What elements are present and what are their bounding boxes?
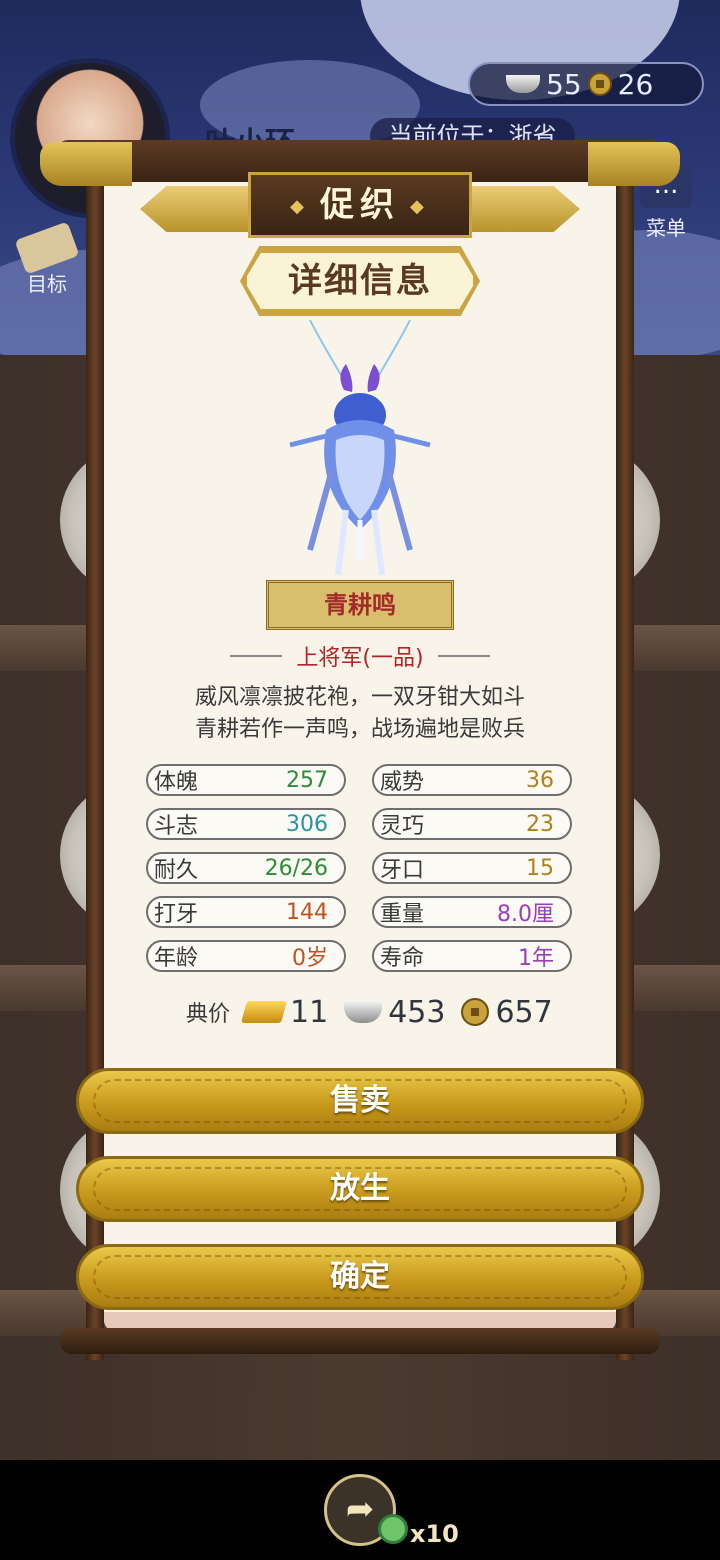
poem-line: 威风凛凛披花袍，一双牙钳大如斗	[194, 685, 525, 710]
panel-title-text: 促织	[320, 185, 400, 225]
stat-label: 打牙	[154, 902, 199, 927]
stat-item: 威势 36	[372, 764, 572, 796]
stat-label: 耐久	[154, 858, 199, 883]
stat-value: 8.0厘	[497, 902, 554, 927]
stat-value: 0岁	[292, 946, 328, 971]
share-icon: ➦	[345, 1489, 375, 1529]
poem-line: 青耕若作一声鸣，战场遍地是败兵	[194, 717, 525, 742]
stat-item: 灵巧 23	[372, 808, 572, 840]
price-silver: 453	[388, 994, 446, 1030]
stat-item: 耐久 26/26	[146, 852, 346, 884]
rank-row: 上将军(一品)	[196, 640, 524, 672]
stat-value: 15	[526, 855, 554, 881]
jade-coin-icon	[378, 1514, 408, 1544]
price-gold: 11	[290, 994, 329, 1030]
scroll-rod-bottom	[60, 1328, 660, 1354]
stat-value: 26/26	[264, 855, 328, 881]
copper-count: 26	[617, 67, 654, 101]
cricket-description: 威风凛凛披花袍，一双牙钳大如斗 青耕若作一声鸣，战场遍地是败兵	[120, 682, 600, 746]
stat-label: 牙口	[380, 858, 425, 883]
stat-value: 257	[286, 767, 328, 793]
scroll-cap	[588, 142, 680, 186]
panel-title: ◆ 促织 ◆	[248, 172, 472, 238]
diamond-icon: ◆	[410, 195, 430, 217]
release-button[interactable]: 放生	[76, 1156, 644, 1222]
stat-value: 36	[526, 767, 554, 793]
stat-label: 年龄	[154, 946, 199, 971]
stat-value: 1年	[518, 946, 554, 971]
stat-item: 打牙 144	[146, 896, 346, 928]
copper-coin-icon	[461, 998, 490, 1026]
price-copper: 657	[495, 994, 553, 1030]
cricket-image	[289, 320, 431, 576]
stat-label: 灵巧	[380, 814, 425, 839]
stat-item: 牙口 15	[372, 852, 572, 884]
stat-value: 23	[526, 811, 554, 837]
stats-grid: 体魄 257 威势 36 斗志 306 灵巧 23 耐久 26/26 牙口 15 打牙 144 重量 8.0厘…	[146, 764, 574, 972]
stat-label: 体魄	[154, 770, 199, 795]
currency-bar[interactable]: 55 26	[468, 62, 704, 106]
stat-item: 重量 8.0厘	[372, 896, 572, 928]
divider-line	[437, 655, 490, 657]
confirm-button[interactable]: 确定	[76, 1244, 644, 1310]
stat-label: 寿命	[380, 946, 425, 971]
divider-line	[230, 655, 283, 657]
copper-coin-icon	[587, 72, 612, 96]
stat-value: 144	[286, 899, 328, 925]
silver-ingot-icon	[344, 1001, 383, 1023]
cricket-name: 青耕鸣	[266, 580, 454, 630]
silver-count: 55	[546, 67, 582, 101]
gold-bar-icon	[241, 1001, 287, 1023]
stat-item: 寿命 1年	[372, 940, 572, 972]
stat-label: 斗志	[154, 814, 199, 839]
share-count: x10	[410, 1520, 459, 1548]
price-row: 典价 11 453 657	[186, 990, 553, 1034]
stat-item: 年龄 0岁	[146, 940, 346, 972]
diamond-icon: ◆	[290, 195, 310, 217]
sell-button[interactable]: 售卖	[76, 1068, 644, 1134]
stat-item: 体魄 257	[146, 764, 346, 796]
cricket-rank: 上将军(一品)	[296, 646, 424, 671]
stat-item: 斗志 306	[146, 808, 346, 840]
silver-ingot-icon	[506, 75, 540, 93]
stat-label: 重量	[380, 902, 425, 927]
scroll-cap	[40, 142, 132, 186]
price-label: 典价	[186, 1002, 231, 1027]
stat-value: 306	[286, 811, 328, 837]
section-header: 详细信息	[244, 250, 476, 312]
stat-label: 威势	[380, 770, 425, 795]
